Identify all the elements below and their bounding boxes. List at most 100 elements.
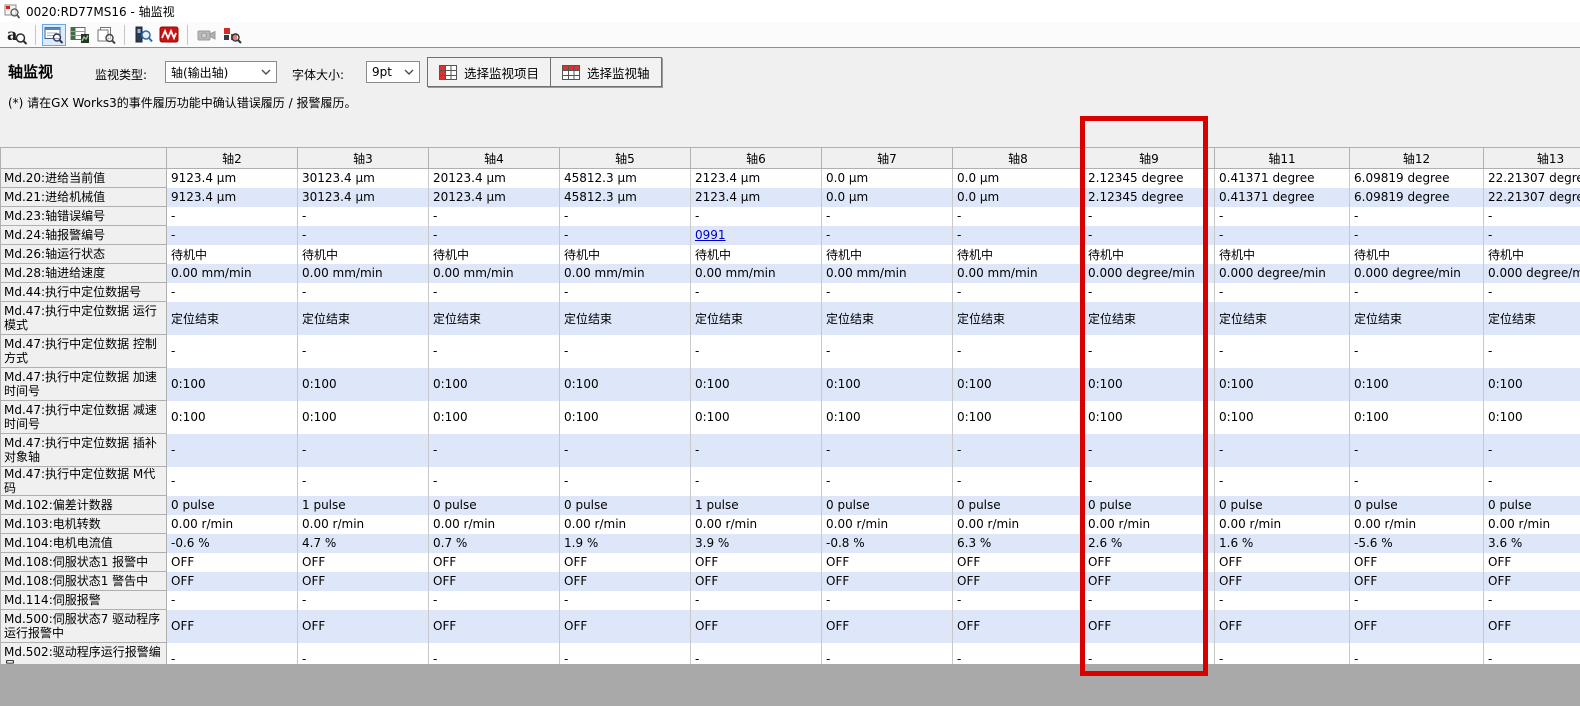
- cell: 0.00 r/min: [298, 515, 429, 534]
- device-monitor-icon[interactable]: a: [5, 24, 29, 46]
- cell: -: [691, 335, 822, 368]
- cell: 6.09819 degree: [1350, 169, 1484, 188]
- row-label: Md.47:执行中定位数据 M代码: [1, 467, 167, 496]
- axis-header-轴7: 轴7: [822, 148, 953, 169]
- row-label: Md.104:电机电流值: [1, 534, 167, 553]
- cell: 0:100: [167, 368, 298, 401]
- cell: -: [429, 335, 560, 368]
- table-row: Md.21:进给机械值9123.4 μm30123.4 μm20123.4 μm…: [1, 188, 1580, 207]
- waveform-trace-icon[interactable]: [157, 24, 181, 46]
- cell: 0 pulse: [429, 496, 560, 515]
- cell: -: [298, 434, 429, 467]
- cell: OFF: [429, 553, 560, 572]
- cell: OFF: [298, 553, 429, 572]
- cell: -: [691, 207, 822, 226]
- axis-header-轴2: 轴2: [167, 148, 298, 169]
- table-row: Md.47:执行中定位数据 插补对象轴-----------: [1, 434, 1580, 467]
- cell: OFF: [298, 610, 429, 643]
- cell: 0 pulse: [167, 496, 298, 515]
- cell: -: [822, 226, 953, 245]
- select-monitor-items-button[interactable]: 选择监视项目: [427, 57, 551, 87]
- cell: 3.9 %: [691, 534, 822, 553]
- cell: 定位结束: [1215, 302, 1350, 335]
- cell: -: [560, 335, 691, 368]
- cell: 定位结束: [822, 302, 953, 335]
- cell: 1 pulse: [691, 496, 822, 515]
- table-row: Md.47:执行中定位数据 减速时间号0:1000:1000:1000:1000…: [1, 401, 1580, 434]
- cell: OFF: [1084, 610, 1215, 643]
- page-title: 轴监视: [8, 61, 53, 82]
- cell: 定位结束: [953, 302, 1084, 335]
- cell: 6.3 %: [953, 534, 1084, 553]
- module-monitor-icon[interactable]: [131, 24, 155, 46]
- cell: 0:100: [298, 368, 429, 401]
- monitor-type-label: 监视类型:: [95, 66, 147, 83]
- cell: OFF: [167, 553, 298, 572]
- cell: 定位结束: [167, 302, 298, 335]
- cell: 0 pulse: [822, 496, 953, 515]
- axis-header-轴11: 轴11: [1215, 148, 1350, 169]
- cell: 0:100: [691, 401, 822, 434]
- cell: -: [822, 283, 953, 302]
- cell: 0.7 %: [429, 534, 560, 553]
- cell: OFF: [560, 572, 691, 591]
- cell: -: [1215, 283, 1350, 302]
- camera-disabled-icon[interactable]: [194, 24, 218, 46]
- cell: -: [560, 207, 691, 226]
- cell: 待机中: [560, 245, 691, 264]
- cell: -: [429, 207, 560, 226]
- window-icon[interactable]: [4, 3, 20, 19]
- cell: 0:100: [560, 401, 691, 434]
- cell: -: [1350, 335, 1484, 368]
- cell: 定位结束: [298, 302, 429, 335]
- table-graph-monitor-icon[interactable]: [68, 24, 92, 46]
- select-monitor-items-label: 选择监视项目: [464, 63, 539, 82]
- window-monitor-icon[interactable]: [42, 24, 66, 46]
- cell: 0.00 r/min: [167, 515, 298, 534]
- select-monitor-axes-button[interactable]: 选择监视轴: [550, 57, 662, 87]
- font-size-value: 9pt: [372, 65, 392, 79]
- cell: -0.6 %: [167, 534, 298, 553]
- cell: -: [691, 467, 822, 496]
- svg-text:a: a: [7, 25, 17, 44]
- cell: 0:100: [429, 401, 560, 434]
- cell: -: [1084, 591, 1215, 610]
- row-label: Md.502:驱动程序运行报警编号: [1, 643, 167, 665]
- cell: OFF: [1084, 553, 1215, 572]
- cell: 0.00 mm/min: [167, 264, 298, 283]
- table-row: Md.28:轴进给速度0.00 mm/min0.00 mm/min0.00 mm…: [1, 264, 1580, 283]
- cell: 1.9 %: [560, 534, 691, 553]
- batch-monitor-icon[interactable]: [94, 24, 118, 46]
- error-monitor-icon[interactable]: [220, 24, 244, 46]
- row-label: Md.47:执行中定位数据 加速时间号: [1, 368, 167, 401]
- cell: OFF: [1484, 610, 1580, 643]
- cell: 30123.4 μm: [298, 188, 429, 207]
- cell: 0.00 mm/min: [298, 264, 429, 283]
- cell: 3.6 %: [1484, 534, 1580, 553]
- cell: OFF: [953, 553, 1084, 572]
- cell: 0.00 r/min: [1350, 515, 1484, 534]
- cell: 0.0 μm: [822, 169, 953, 188]
- cell: 0:100: [1215, 401, 1350, 434]
- cell: 0:100: [691, 368, 822, 401]
- alarm-number-link[interactable]: 0991: [695, 228, 726, 242]
- cell: OFF: [691, 610, 822, 643]
- note-text: (*) 请在GX Works3的事件履历功能中确认错误履历 / 报警履历。: [8, 94, 356, 111]
- cell: 2.12345 degree: [1084, 169, 1215, 188]
- cell: 待机中: [1350, 245, 1484, 264]
- cell: -: [429, 591, 560, 610]
- cell: -: [953, 643, 1084, 665]
- table-row: Md.47:执行中定位数据 加速时间号0:1000:1000:1000:1000…: [1, 368, 1580, 401]
- monitor-type-select[interactable]: 轴(输出轴): [165, 61, 277, 83]
- cell: -: [1084, 283, 1215, 302]
- cell: -: [167, 283, 298, 302]
- cell: -: [822, 335, 953, 368]
- table-row: Md.108:伺服状态1 警告中OFFOFFOFFOFFOFFOFFOFFOFF…: [1, 572, 1580, 591]
- cell: 0 pulse: [1084, 496, 1215, 515]
- cell: 待机中: [953, 245, 1084, 264]
- cell: -: [560, 591, 691, 610]
- cell: -: [1350, 434, 1484, 467]
- cell: OFF: [822, 553, 953, 572]
- font-size-select[interactable]: 9pt: [366, 61, 420, 83]
- toolbar-separator: [187, 25, 188, 45]
